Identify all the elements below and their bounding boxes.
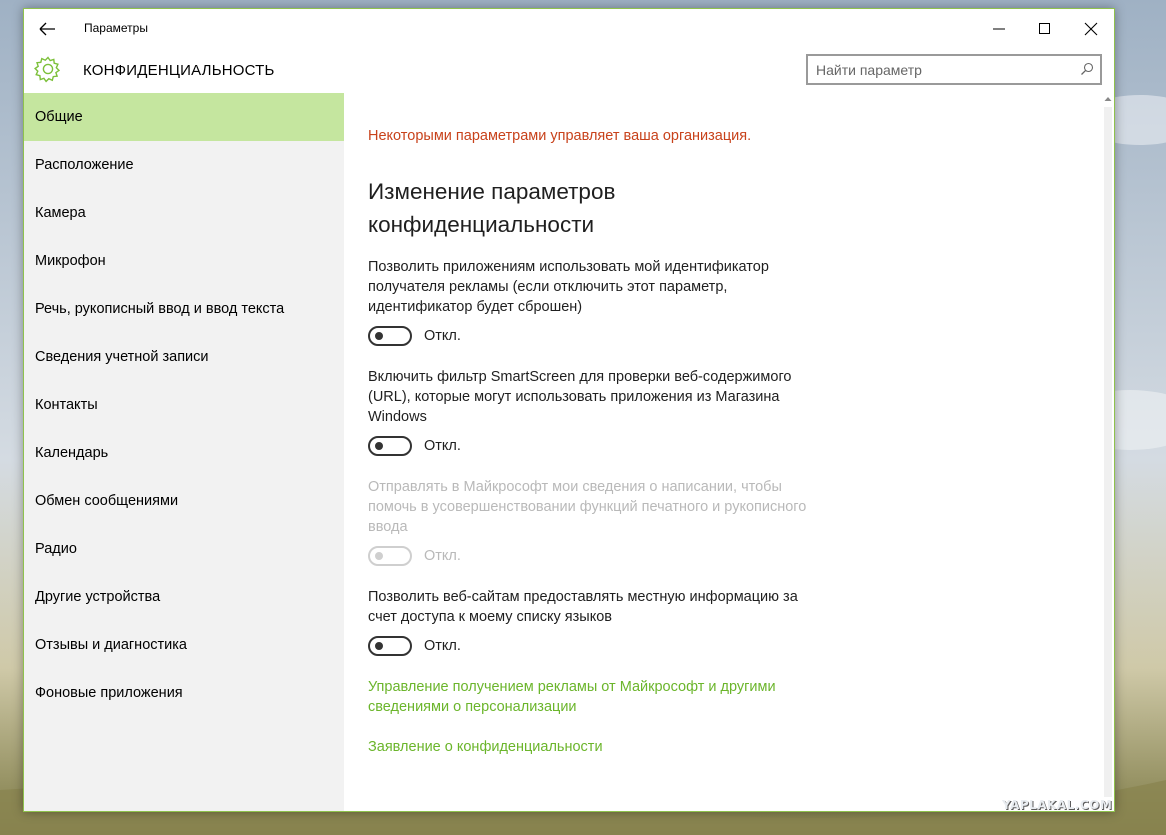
back-arrow-icon: [39, 22, 55, 36]
title-bar: Параметры: [24, 9, 1114, 49]
sidebar-item-location[interactable]: Расположение: [24, 141, 344, 189]
toggle-state-label: Откл.: [424, 638, 461, 654]
section-title: Изменение параметров конфиденциальности: [368, 179, 616, 237]
app-title: Параметры: [84, 21, 148, 35]
close-icon: [1084, 22, 1098, 36]
toggle-knob: [375, 552, 383, 560]
sidebar-item-account-info[interactable]: Сведения учетной записи: [24, 333, 344, 381]
toggle-state-label: Откл.: [424, 548, 461, 564]
close-button[interactable]: [1068, 9, 1114, 49]
toggle-knob: [375, 642, 383, 650]
main-content: Некоторыми параметрами управляет ваша ор…: [344, 93, 1104, 811]
sidebar: Общие Расположение Камера Микрофон Речь,…: [24, 93, 344, 811]
toggle-knob: [375, 332, 383, 340]
sidebar-item-contacts[interactable]: Контакты: [24, 381, 344, 429]
setting-description-language-list: Позволить веб-сайтам предоставлять местн…: [368, 589, 798, 625]
watermark: YAPLAKAL.COM: [1002, 798, 1113, 812]
toggle-state-label: Откл.: [424, 438, 461, 454]
settings-window: Параметры КОНФИДЕНЦИАЛЬНОСТЬ Найти парам…: [23, 8, 1115, 812]
setting-description-smartscreen: Включить фильтр SmartScreen для проверки…: [368, 369, 792, 425]
toggle-state-label: Откл.: [424, 328, 461, 344]
link-privacy-statement[interactable]: Заявление о конфиденциальности: [368, 737, 818, 757]
minimize-icon: [993, 28, 1005, 30]
link-advertising-personalization[interactable]: Управление получением рекламы от Майкрос…: [368, 677, 818, 717]
minimize-button[interactable]: [976, 9, 1022, 49]
sidebar-item-radios[interactable]: Радио: [24, 525, 344, 573]
toggle-typing-info: [368, 546, 412, 566]
page-header: КОНФИДЕНЦИАЛЬНОСТЬ: [24, 49, 1114, 93]
organization-notice: Некоторыми параметрами управляет ваша ор…: [368, 128, 752, 144]
sidebar-item-general[interactable]: Общие: [24, 93, 344, 141]
sidebar-item-microphone[interactable]: Микрофон: [24, 237, 344, 285]
scroll-track[interactable]: [1104, 107, 1112, 797]
sidebar-item-speech-inking[interactable]: Речь, рукописный ввод и ввод текста: [24, 285, 344, 333]
scroll-up-arrow-icon[interactable]: [1104, 95, 1112, 103]
sidebar-item-calendar[interactable]: Календарь: [24, 429, 344, 477]
maximize-button[interactable]: [1022, 9, 1068, 49]
search-input[interactable]: [816, 56, 1076, 83]
scrollbar[interactable]: [1102, 93, 1114, 811]
page-title: КОНФИДЕНЦИАЛЬНОСТЬ: [83, 62, 275, 79]
setting-description-advertising-id: Позволить приложениям использовать мой и…: [368, 259, 769, 315]
sidebar-item-camera[interactable]: Камера: [24, 189, 344, 237]
maximize-icon: [1039, 23, 1050, 34]
toggle-language-list[interactable]: [368, 636, 412, 656]
gear-icon: [34, 56, 61, 83]
setting-description-typing-info: Отправлять в Майкрософт мои сведения о н…: [368, 479, 807, 535]
toggle-smartscreen[interactable]: [368, 436, 412, 456]
sidebar-item-feedback-diagnostics[interactable]: Отзывы и диагностика: [24, 621, 344, 669]
sidebar-item-messaging[interactable]: Обмен сообщениями: [24, 477, 344, 525]
sidebar-item-other-devices[interactable]: Другие устройства: [24, 573, 344, 621]
toggle-advertising-id[interactable]: [368, 326, 412, 346]
search-box[interactable]: [806, 54, 1102, 85]
back-button[interactable]: [36, 18, 60, 40]
toggle-knob: [375, 442, 383, 450]
sidebar-item-background-apps[interactable]: Фоновые приложения: [24, 669, 344, 717]
search-icon[interactable]: [1080, 62, 1094, 76]
